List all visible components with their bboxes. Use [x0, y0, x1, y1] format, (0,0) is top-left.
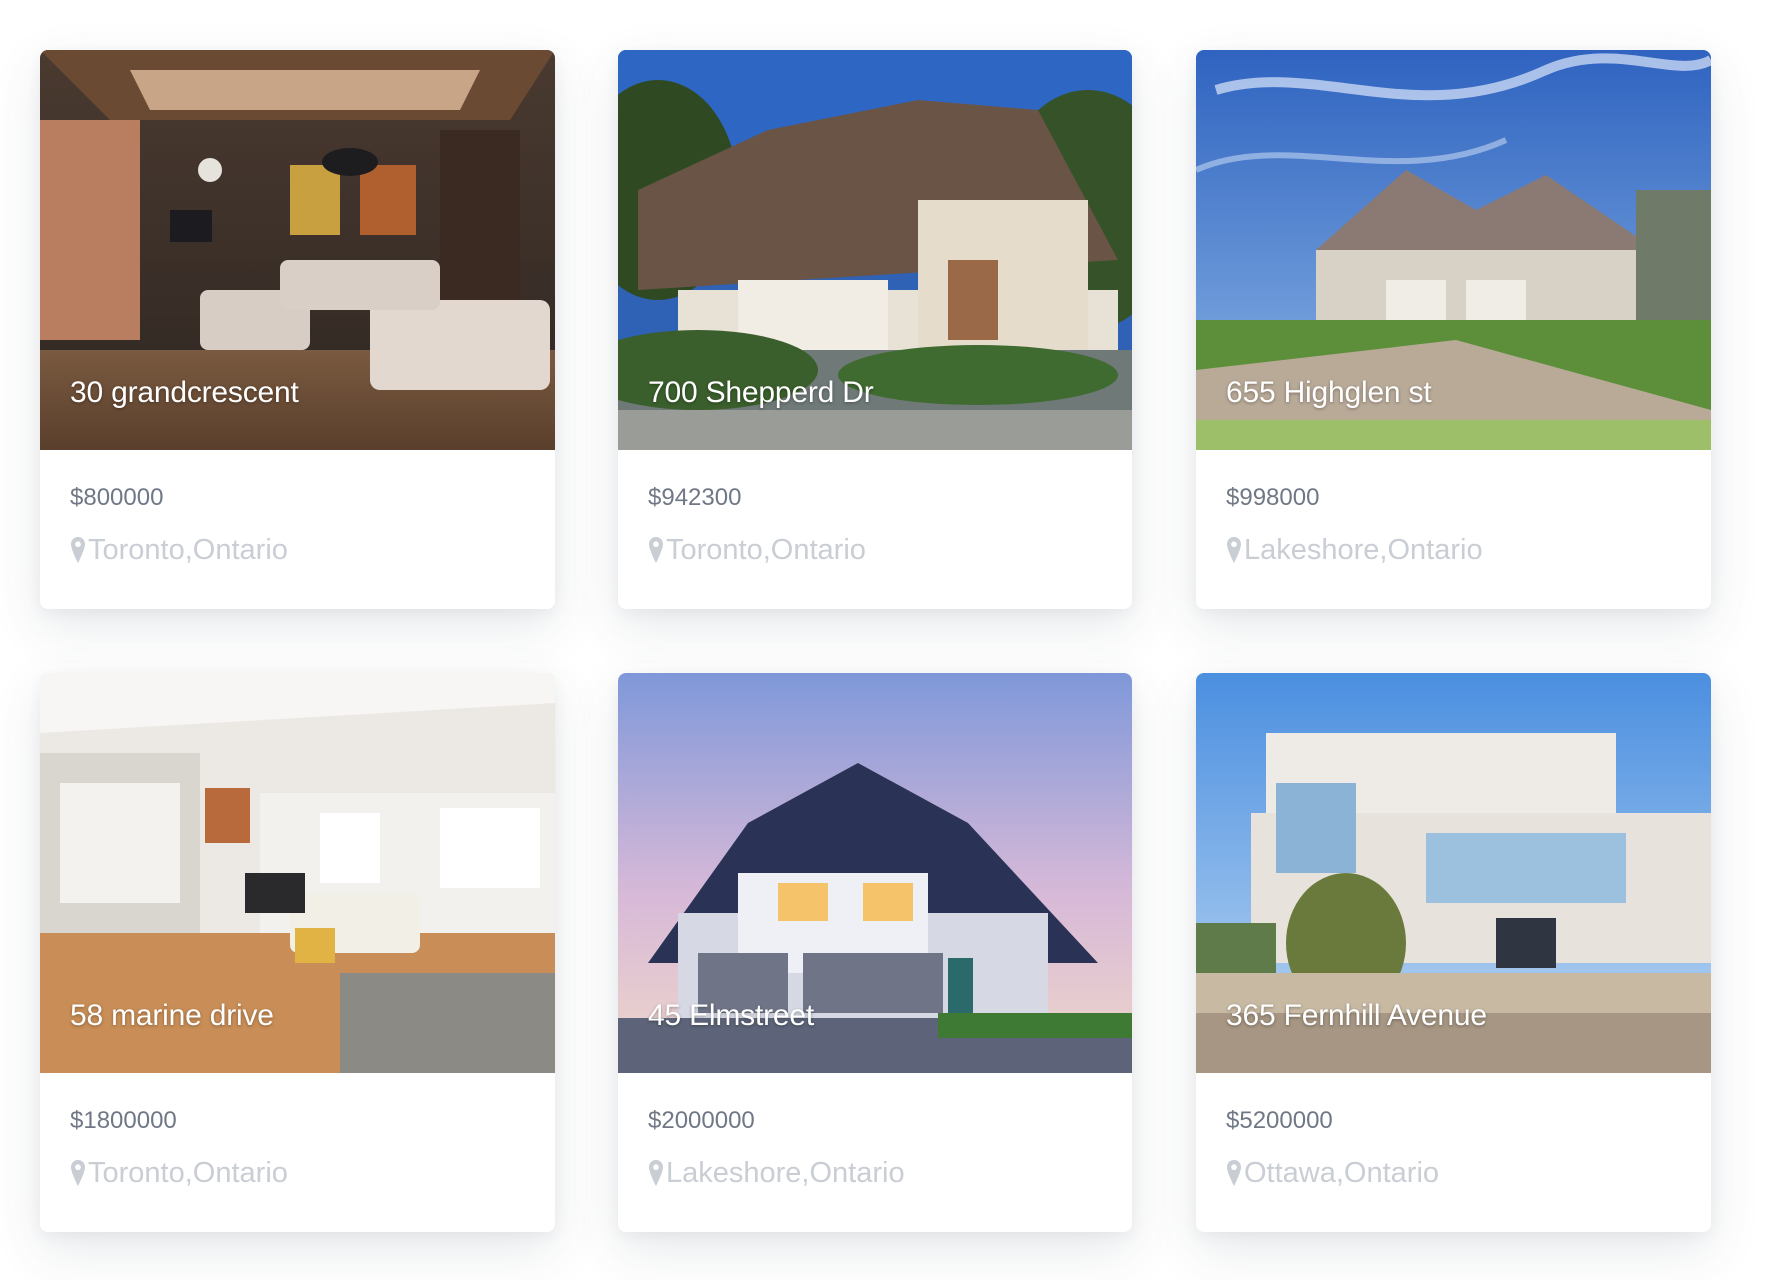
listing-location: Toronto,Ontario	[70, 1157, 525, 1189]
listing-location-text: Toronto,Ontario	[88, 1157, 288, 1189]
listing-price: $942300	[648, 484, 742, 511]
listing-price: $998000	[1226, 484, 1320, 511]
listing-card[interactable]: 655 Highglen st $998000 Lakeshore,Ontari…	[1196, 50, 1711, 609]
listing-card[interactable]: 365 Fernhill Avenue $5200000 Ottawa,Onta…	[1196, 673, 1711, 1232]
listing-title[interactable]: 58 marine drive	[70, 999, 274, 1033]
listings-grid: 30 grandcrescent $800000 Toronto,Ontario	[0, 0, 1774, 1280]
listing-location-text: Toronto,Ontario	[666, 534, 866, 566]
listing-location-text: Toronto,Ontario	[88, 534, 288, 566]
map-pin-icon	[648, 536, 664, 564]
map-pin-icon	[648, 1159, 664, 1187]
listing-price: $1800000	[70, 1107, 177, 1134]
house-photo[interactable]: 700 Shepperd Dr	[618, 50, 1132, 450]
listing-location-text: Ottawa,Ontario	[1244, 1157, 1440, 1189]
listing-price: $2000000	[648, 1107, 755, 1134]
listing-location: Lakeshore,Ontario	[648, 1157, 1102, 1189]
house-photo[interactable]: 655 Highglen st	[1196, 50, 1711, 450]
listing-card[interactable]: 700 Shepperd Dr $942300 Toronto,Ontario	[618, 50, 1132, 609]
map-pin-icon	[1226, 536, 1242, 564]
listing-card[interactable]: 58 marine drive $1800000 Toronto,Ontario	[40, 673, 555, 1232]
listing-card[interactable]: 45 Elmstreet $2000000 Lakeshore,Ontario	[618, 673, 1132, 1232]
house-photo[interactable]: 45 Elmstreet	[618, 673, 1132, 1073]
listing-location-text: Lakeshore,Ontario	[666, 1157, 905, 1189]
map-pin-icon	[1226, 1159, 1242, 1187]
listing-title[interactable]: 655 Highglen st	[1226, 376, 1432, 410]
house-photo[interactable]: 365 Fernhill Avenue	[1196, 673, 1711, 1073]
map-pin-icon	[70, 536, 86, 564]
listing-title[interactable]: 365 Fernhill Avenue	[1226, 999, 1487, 1033]
living-room-photo[interactable]: 58 marine drive	[40, 673, 555, 1073]
listing-location: Ottawa,Ontario	[1226, 1157, 1681, 1189]
listing-title[interactable]: 30 grandcrescent	[70, 376, 299, 410]
listing-location-text: Lakeshore,Ontario	[1244, 534, 1483, 566]
listing-location: Toronto,Ontario	[70, 534, 525, 566]
map-pin-icon	[70, 1159, 86, 1187]
listing-location: Toronto,Ontario	[648, 534, 1102, 566]
listing-location: Lakeshore,Ontario	[1226, 534, 1681, 566]
listing-title[interactable]: 45 Elmstreet	[648, 999, 814, 1033]
living-room-photo[interactable]: 30 grandcrescent	[40, 50, 555, 450]
listing-price: $800000	[70, 484, 164, 511]
listing-card[interactable]: 30 grandcrescent $800000 Toronto,Ontario	[40, 50, 555, 609]
listing-title[interactable]: 700 Shepperd Dr	[648, 376, 874, 410]
listing-price: $5200000	[1226, 1107, 1333, 1134]
